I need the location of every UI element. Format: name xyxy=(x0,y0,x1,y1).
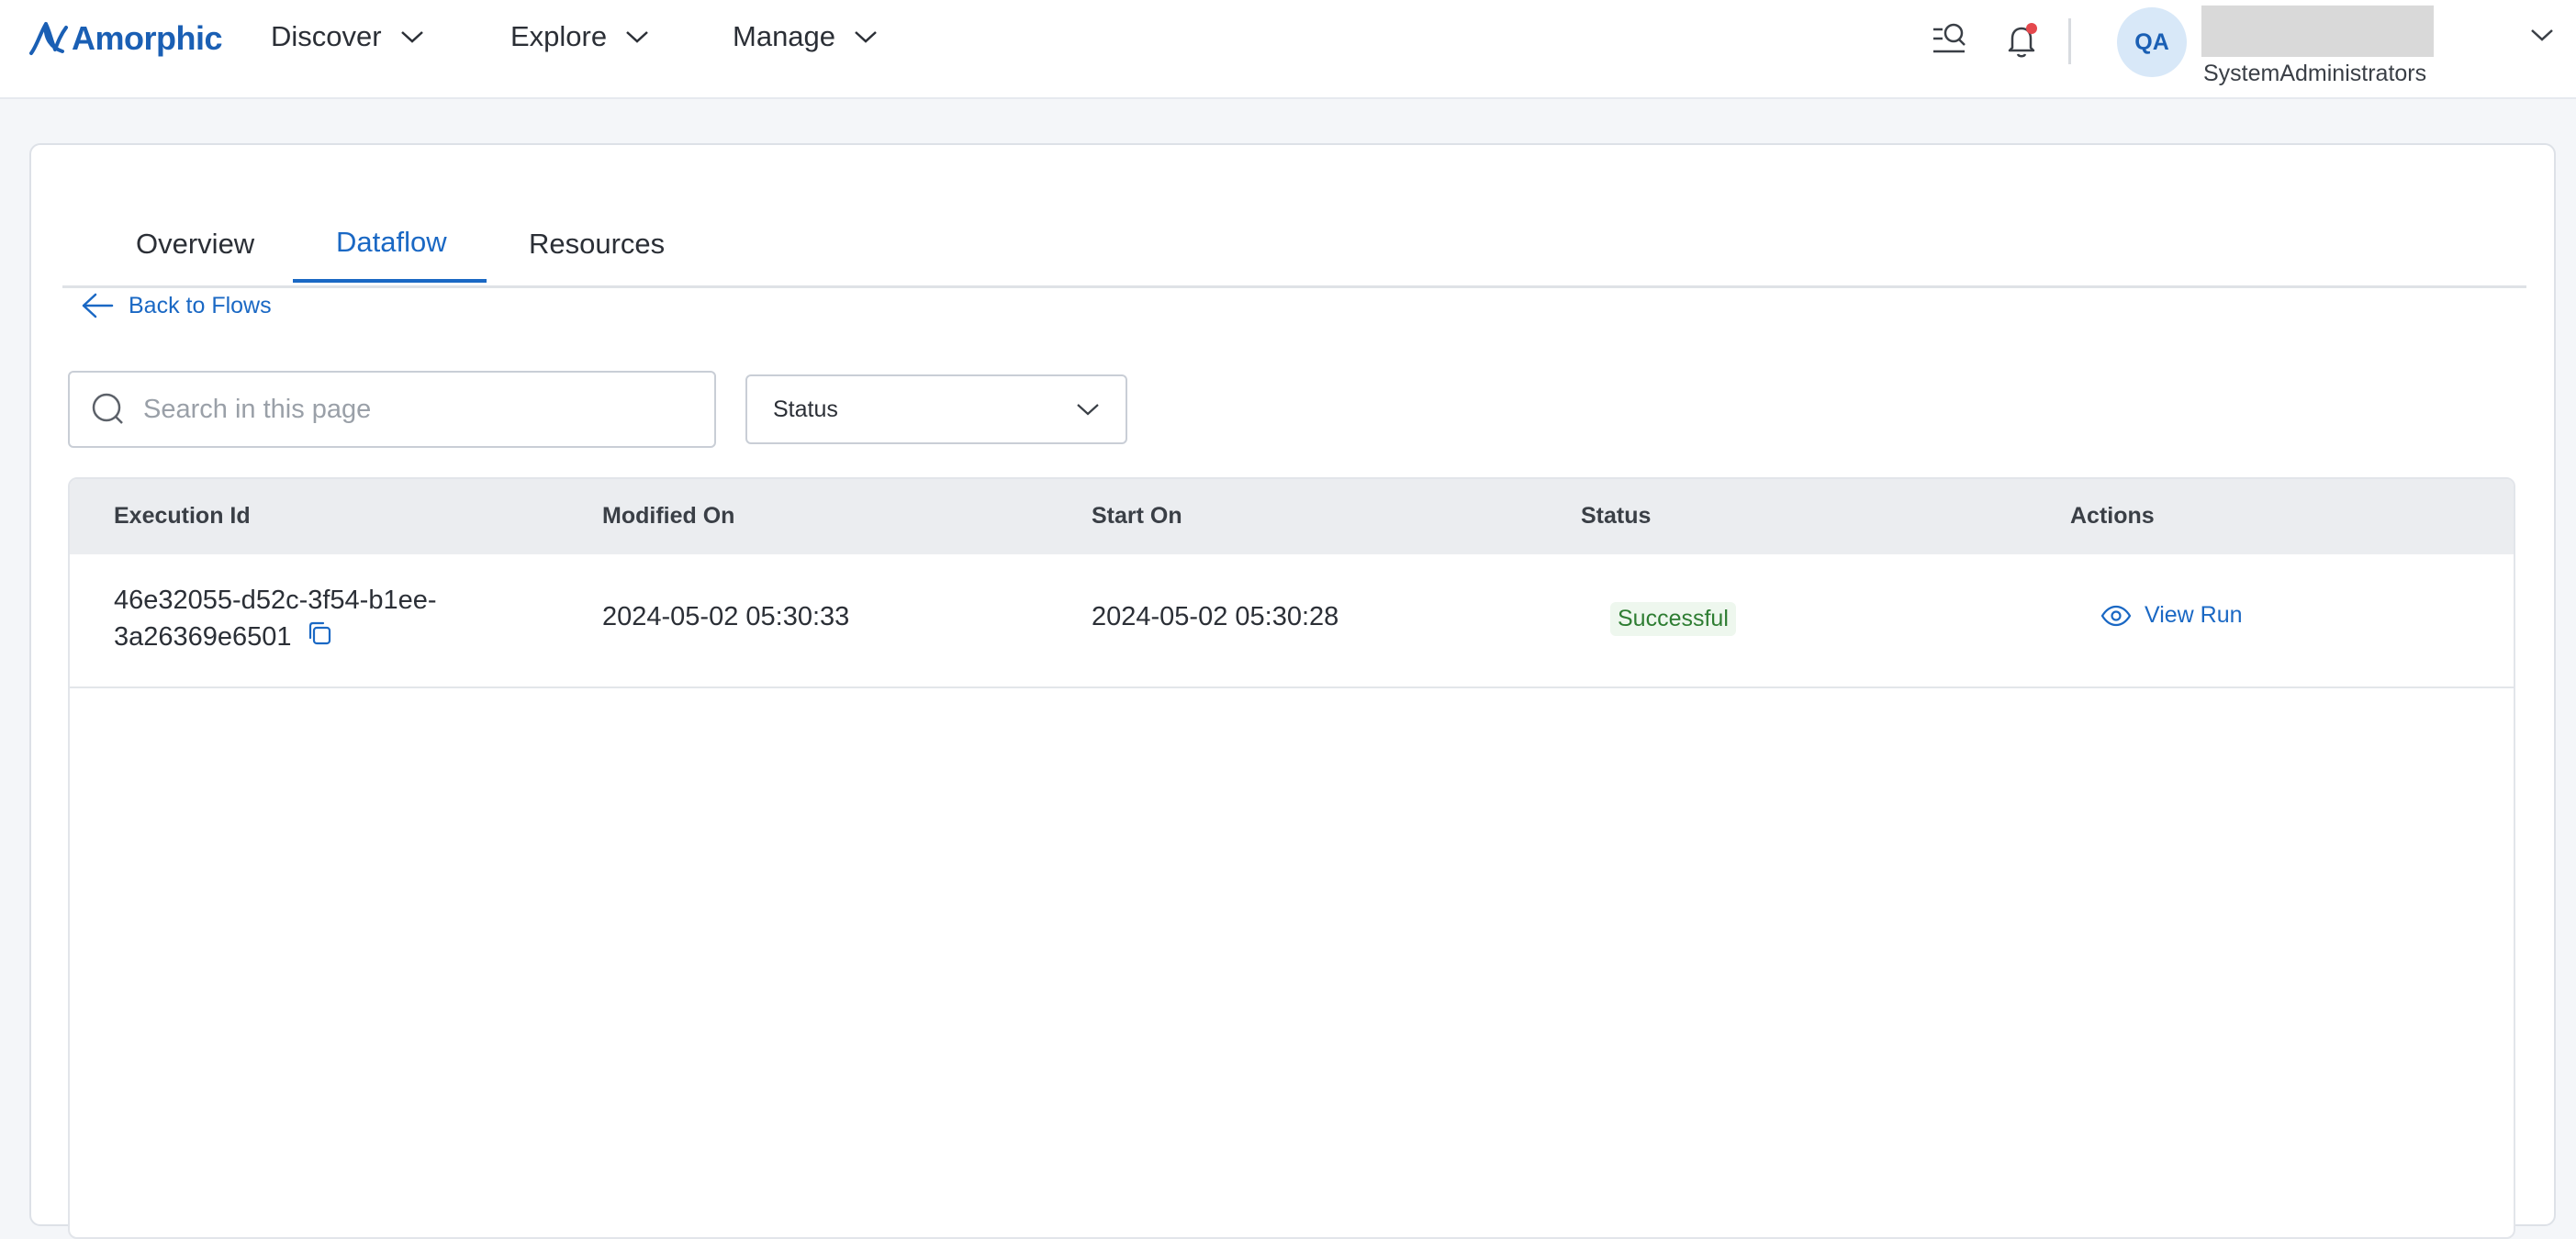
tab-dataflow[interactable]: Dataflow xyxy=(336,226,447,259)
view-run-label: View Run xyxy=(2145,602,2243,628)
tab-overview[interactable]: Overview xyxy=(136,228,254,261)
back-to-flows-label: Back to Flows xyxy=(129,292,272,318)
table-header: Execution Id Modified On Start On Status… xyxy=(70,479,2514,554)
bell-icon xyxy=(2008,23,2037,58)
view-run-link[interactable]: View Run xyxy=(2100,602,2243,629)
column-header-modified-on[interactable]: Modified On xyxy=(602,503,734,530)
chevron-down-icon xyxy=(626,31,648,43)
search-icon xyxy=(92,393,123,424)
copy-button[interactable] xyxy=(305,619,334,658)
nav-manage-label: Manage xyxy=(733,20,836,52)
start-on-cell: 2024-05-02 05:30:28 xyxy=(1092,602,1339,631)
modified-on-cell: 2024-05-02 05:30:33 xyxy=(602,602,850,631)
column-header-start-on[interactable]: Start On xyxy=(1092,503,1182,530)
nav-manage[interactable]: Manage xyxy=(733,20,878,53)
execution-id-cell: 46e32055-d52c-3f54-b1ee- 3a26369e6501 xyxy=(114,582,518,658)
header-divider xyxy=(2068,18,2071,64)
active-tab-indicator xyxy=(293,279,487,283)
arrow-left-icon xyxy=(82,293,114,318)
tab-bar: Overview Dataflow Resources xyxy=(62,178,2526,288)
chevron-down-icon xyxy=(400,31,423,43)
user-role: SystemAdministrators xyxy=(2203,61,2427,86)
nav-explore-label: Explore xyxy=(510,20,608,52)
column-header-actions: Actions xyxy=(2070,503,2155,529)
avatar[interactable]: QA xyxy=(2117,7,2187,77)
amorphic-logo-icon xyxy=(29,22,68,55)
tab-resources[interactable]: Resources xyxy=(529,228,665,261)
column-header-status[interactable]: Status xyxy=(1581,503,1651,530)
search-box[interactable] xyxy=(68,371,716,448)
search-list-icon xyxy=(1933,23,1966,53)
search-input[interactable] xyxy=(143,394,694,425)
table-row: 46e32055-d52c-3f54-b1ee- 3a26369e6501 20… xyxy=(70,554,2514,688)
back-to-flows-link[interactable]: Back to Flows xyxy=(81,292,272,319)
copy-icon xyxy=(308,621,330,645)
chevron-down-icon xyxy=(1077,404,1099,416)
notifications-button[interactable] xyxy=(2001,20,2042,65)
column-header-execution-id[interactable]: Execution Id xyxy=(114,503,251,530)
chevron-down-icon xyxy=(2531,29,2553,41)
user-menu-toggle[interactable] xyxy=(2530,28,2554,47)
status-filter-dropdown[interactable]: Status xyxy=(745,374,1127,444)
amorphic-logo[interactable]: Amorphic xyxy=(28,18,223,59)
eye-icon xyxy=(2100,605,2132,626)
top-navigation-bar: Amorphic Discover Explore Manage QA Syst… xyxy=(0,0,2576,99)
status-filter-label: Status xyxy=(773,396,838,422)
nav-discover-label: Discover xyxy=(271,20,382,52)
search-list-button[interactable] xyxy=(1930,20,1968,63)
user-name-redacted xyxy=(2201,6,2434,57)
chevron-down-icon xyxy=(855,31,877,43)
executions-table: Execution Id Modified On Start On Status… xyxy=(68,477,2515,1239)
brand-name: Amorphic xyxy=(72,19,223,57)
execution-id-line2: 3a26369e6501 xyxy=(114,622,292,653)
execution-id-line1: 46e32055-d52c-3f54-b1ee- xyxy=(114,586,437,615)
nav-discover[interactable]: Discover xyxy=(271,20,424,53)
status-badge: Successful xyxy=(1610,602,1736,636)
main-content-card: Overview Dataflow Resources Back to Flow… xyxy=(29,143,2556,1239)
nav-explore[interactable]: Explore xyxy=(510,20,649,53)
